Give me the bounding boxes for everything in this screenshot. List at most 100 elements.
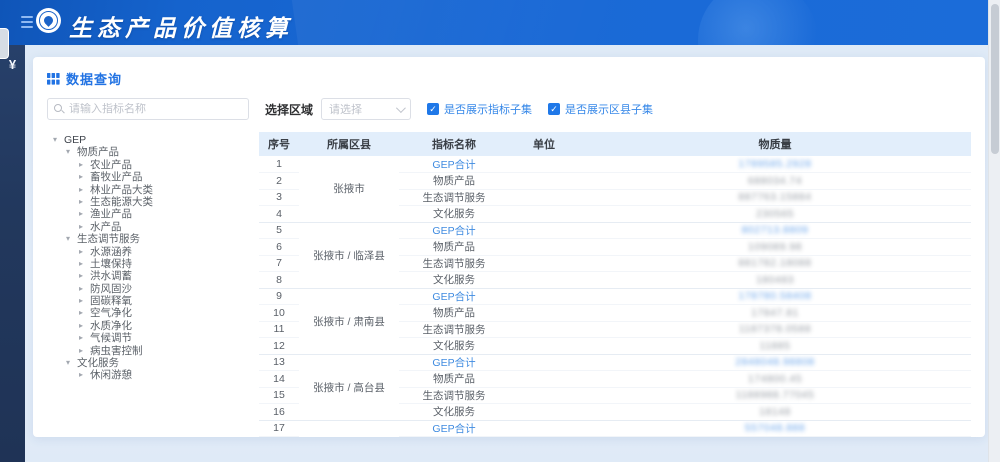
tree-item[interactable]: ▾ 物质产品	[47, 146, 259, 158]
row-index-cell: 7	[259, 254, 299, 272]
tree-item[interactable]: ▸ 气候调节	[47, 332, 259, 344]
gep-total-link[interactable]: GEP合计	[399, 156, 509, 173]
tree-item[interactable]: ▸ 生态能源大类	[47, 196, 259, 208]
tree-item-label: 防风固沙	[90, 282, 132, 295]
region-cell: 张掖市 / 肃南县	[299, 287, 399, 354]
tree-item[interactable]: ▸ 休闲游憩	[47, 369, 259, 381]
tree-item[interactable]: ▸ 空气净化	[47, 307, 259, 319]
region-cell	[299, 419, 399, 437]
section-title: 数据查询	[66, 72, 123, 87]
quantity-cell: 2848048.98808	[579, 353, 971, 371]
tree-item[interactable]: ▸ 水源涵养	[47, 246, 259, 258]
unit-cell	[509, 386, 579, 404]
tree-item[interactable]: ▸ 病虫害控制	[47, 345, 259, 357]
tree-item[interactable]: ▸ 水产品	[47, 221, 259, 233]
blurred-value: 1187378.0588	[738, 323, 812, 336]
tree-item-label: 固碳释氧	[90, 295, 132, 308]
unit-cell	[509, 436, 579, 437]
tree-item[interactable]: ▾ GEP	[47, 134, 259, 146]
table-row[interactable]: 5 张掖市 / 临泽县 GEP合计 802713.8809	[259, 221, 971, 288]
region-select[interactable]: 请选择	[321, 98, 412, 120]
indicator-cell: 生态调节服务	[399, 188, 509, 206]
tree-item-label: 水产品	[90, 220, 122, 233]
checkbox-checked-icon[interactable]: ✓	[427, 103, 440, 115]
quantity-cell: 178780.58408	[579, 287, 971, 305]
tree-item[interactable]: ▸ 土壤保持	[47, 258, 259, 270]
tree-item[interactable]: ▸ 林业产品大类	[47, 184, 259, 196]
row-index-cell: 16	[259, 403, 299, 420]
gep-total-link[interactable]: GEP合计	[399, 287, 509, 305]
caret-down-icon[interactable]: ▾	[53, 134, 64, 146]
caret-right-icon[interactable]: ▸	[79, 184, 90, 196]
caret-right-icon[interactable]: ▸	[79, 345, 90, 357]
row-index-cell: 3	[259, 188, 299, 206]
caret-down-icon[interactable]: ▾	[66, 146, 77, 158]
row-index-cell: 2	[259, 172, 299, 189]
caret-right-icon[interactable]: ▸	[79, 283, 90, 295]
region-select-placeholder: 请选择	[329, 104, 363, 116]
caret-right-icon[interactable]: ▸	[79, 258, 90, 270]
caret-right-icon[interactable]: ▸	[79, 159, 90, 171]
scrollbar-thumb[interactable]	[991, 4, 999, 154]
caret-right-icon[interactable]: ▸	[79, 307, 90, 319]
table-row[interactable]: 9 张掖市 / 肃南县 GEP合计 178780.58408	[259, 287, 971, 354]
unit-cell	[509, 353, 579, 371]
caret-right-icon[interactable]: ▸	[79, 295, 90, 307]
indicator-search-box	[47, 98, 249, 120]
data-query-panel: 数据查询 选择区域 请选择 ✓ 是否展示指标子集 ✓ 是否展示区县子集 ▾GEP…	[33, 57, 985, 437]
row-index-cell: 14	[259, 370, 299, 387]
caret-down-icon[interactable]: ▾	[66, 357, 77, 369]
quantity-cell: 887763.15884	[579, 188, 971, 206]
blurred-value: 17847.81	[751, 306, 799, 319]
row-index-cell: 13	[259, 353, 299, 371]
tree-item[interactable]: ▸ 水质净化	[47, 320, 259, 332]
tree-item[interactable]: ▾ 生态调节服务	[47, 233, 259, 245]
blurred-value: 11885	[759, 339, 791, 352]
app-logo	[36, 8, 61, 33]
quantity-cell: 17985.8	[579, 436, 971, 437]
tree-item-label: 物质产品	[77, 146, 119, 159]
caret-down-icon[interactable]: ▾	[66, 233, 77, 245]
caret-right-icon[interactable]: ▸	[79, 270, 90, 282]
row-index-cell: 17	[259, 419, 299, 437]
indicator-search-input[interactable]	[69, 103, 242, 115]
caret-right-icon[interactable]: ▸	[79, 221, 90, 233]
gep-total-link[interactable]: GEP合计	[399, 221, 509, 239]
tree-item[interactable]: ▾ 文化服务	[47, 357, 259, 369]
table-row[interactable]: 17 GEP合计 557048.888	[259, 419, 971, 437]
caret-right-icon[interactable]: ▸	[79, 171, 90, 183]
tree-item-label: GEP	[64, 134, 87, 146]
tree-item-label: 病虫害控制	[90, 344, 143, 357]
column-header: 单位	[509, 132, 579, 156]
show-indicator-subset-checkbox[interactable]: ✓ 是否展示指标子集	[427, 101, 532, 117]
caret-right-icon[interactable]: ▸	[79, 369, 90, 381]
caret-right-icon[interactable]: ▸	[79, 196, 90, 208]
tree-item[interactable]: ▸ 畜牧业产品	[47, 171, 259, 183]
menu-toggle-icon[interactable]	[21, 16, 33, 28]
section-title-row: 数据查询	[47, 69, 971, 88]
quantity-cell: 109089.98	[579, 238, 971, 255]
indicator-cell: 文化服务	[399, 337, 509, 354]
caret-right-icon[interactable]: ▸	[79, 320, 90, 332]
table-row[interactable]: 1 张掖市 GEP合计 1789585.2928	[259, 156, 971, 195]
table-row[interactable]: 13 张掖市 / 高台县 GEP合计 2848048.98808	[259, 353, 971, 420]
tree-item[interactable]: ▸ 固碳释氧	[47, 295, 259, 307]
caret-right-icon[interactable]: ▸	[79, 246, 90, 258]
tree-item[interactable]: ▸ 农业产品	[47, 159, 259, 171]
app-title: 生态产品价值核算	[69, 15, 293, 41]
region-cell: 张掖市 / 临泽县	[299, 221, 399, 288]
show-county-subset-checkbox[interactable]: ✓ 是否展示区县子集	[548, 101, 653, 117]
caret-right-icon[interactable]: ▸	[79, 208, 90, 220]
checkbox-label: 是否展示区县子集	[565, 104, 654, 116]
gep-total-link[interactable]: GEP合计	[399, 353, 509, 371]
unit-cell	[509, 156, 579, 173]
row-index-cell: 15	[259, 386, 299, 404]
unit-cell	[509, 271, 579, 288]
tree-item[interactable]: ▸ 防风固沙	[47, 283, 259, 295]
tree-item[interactable]: ▸ 渔业产品	[47, 208, 259, 220]
checkbox-checked-icon[interactable]: ✓	[548, 103, 561, 115]
gep-total-link[interactable]: GEP合计	[399, 419, 509, 437]
caret-right-icon[interactable]: ▸	[79, 332, 90, 344]
blurred-value: 802713.8809	[741, 224, 809, 237]
tree-item[interactable]: ▸ 洪水调蓄	[47, 270, 259, 282]
